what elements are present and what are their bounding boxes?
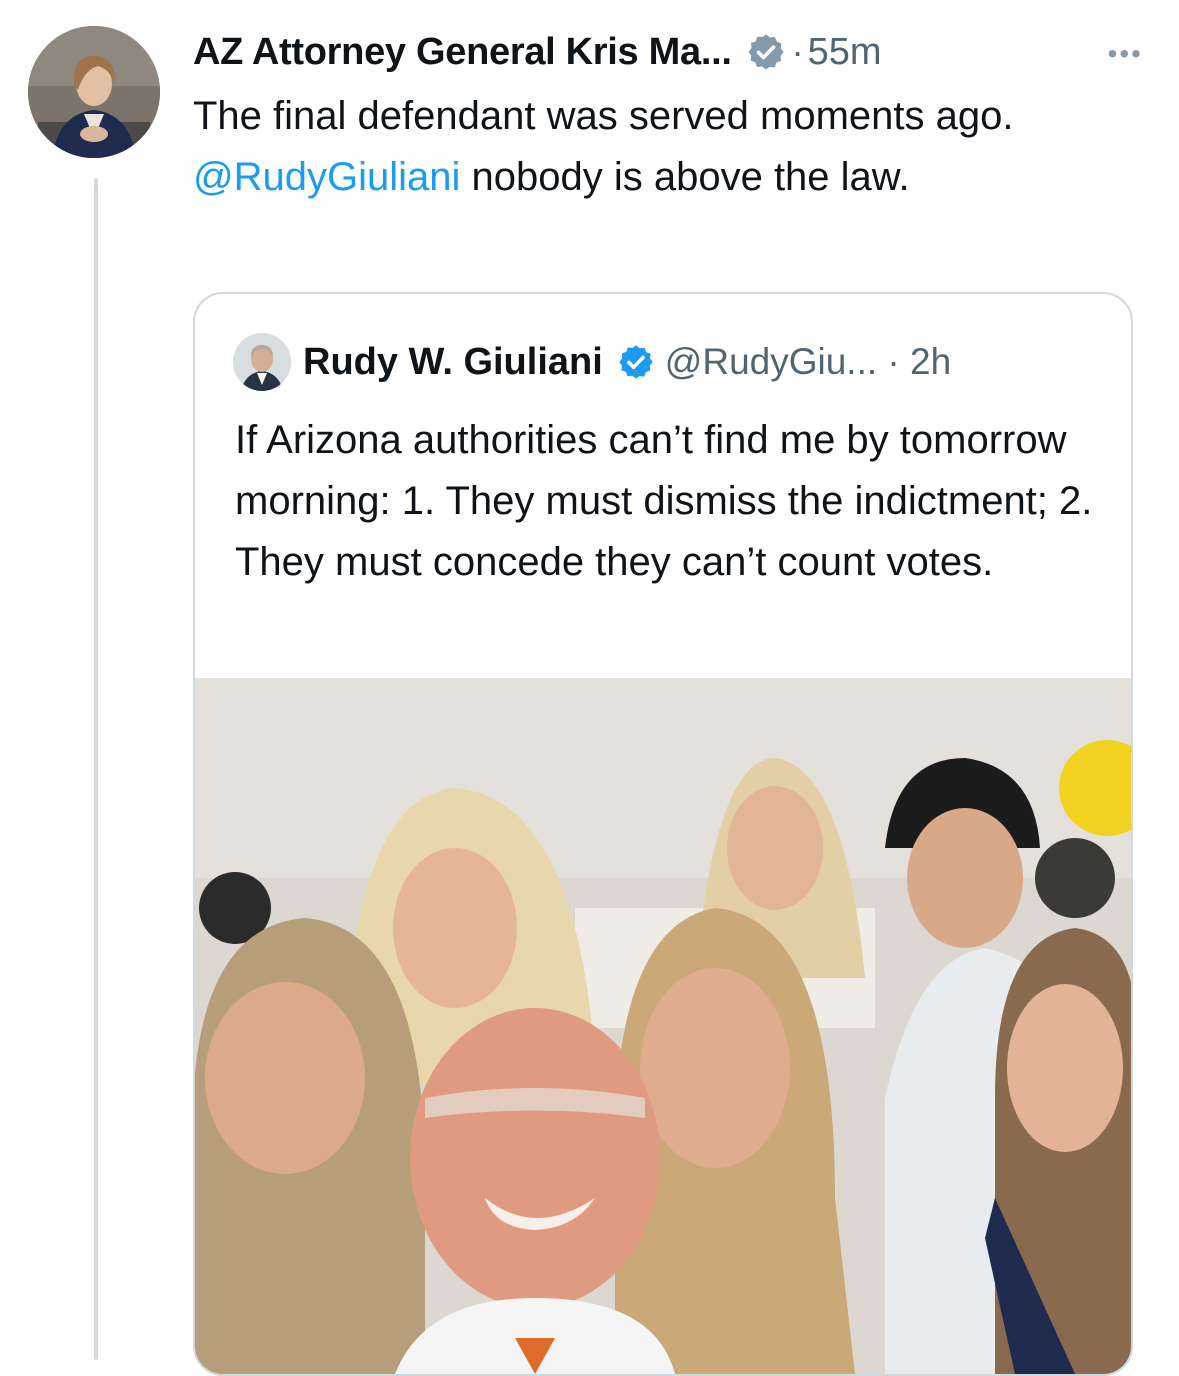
author-name[interactable]: AZ Attorney General Kris Ma... [193,31,732,74]
quoted-tweet-photo[interactable] [195,678,1131,1374]
verified-badge-gray-icon [746,32,786,72]
quoted-author-name[interactable]: Rudy W. Giuliani [303,341,603,384]
tweet-timestamp[interactable]: 55m [808,31,882,74]
quoted-tweet-header: Rudy W. Giuliani @RudyGiu... · 2h [233,333,951,391]
tweet-text-part: nobody is above the law. [460,155,910,199]
separator-dot: · [791,31,804,72]
more-icon[interactable]: ••• [1108,38,1143,70]
quoted-handle-time[interactable]: @RudyGiu... · 2h [665,341,951,383]
quoted-tweet-card[interactable]: Rudy W. Giuliani @RudyGiu... · 2h If Ari… [193,292,1133,1376]
quoted-author-avatar[interactable] [233,333,291,391]
mention-link[interactable]: @RudyGiuliani [193,155,460,199]
verified-badge-blue-icon [617,343,655,381]
thread-connector-line [94,178,98,1360]
quoted-tweet-text: If Arizona authorities can’t find me by … [235,418,1093,584]
tweet-text-part: The final defendant was served moments a… [193,94,1014,138]
tweet-text: The final defendant was served moments a… [193,86,1093,208]
tweet-header: AZ Attorney General Kris Ma... · 55m ••• [193,22,1143,82]
author-avatar[interactable] [28,26,160,158]
